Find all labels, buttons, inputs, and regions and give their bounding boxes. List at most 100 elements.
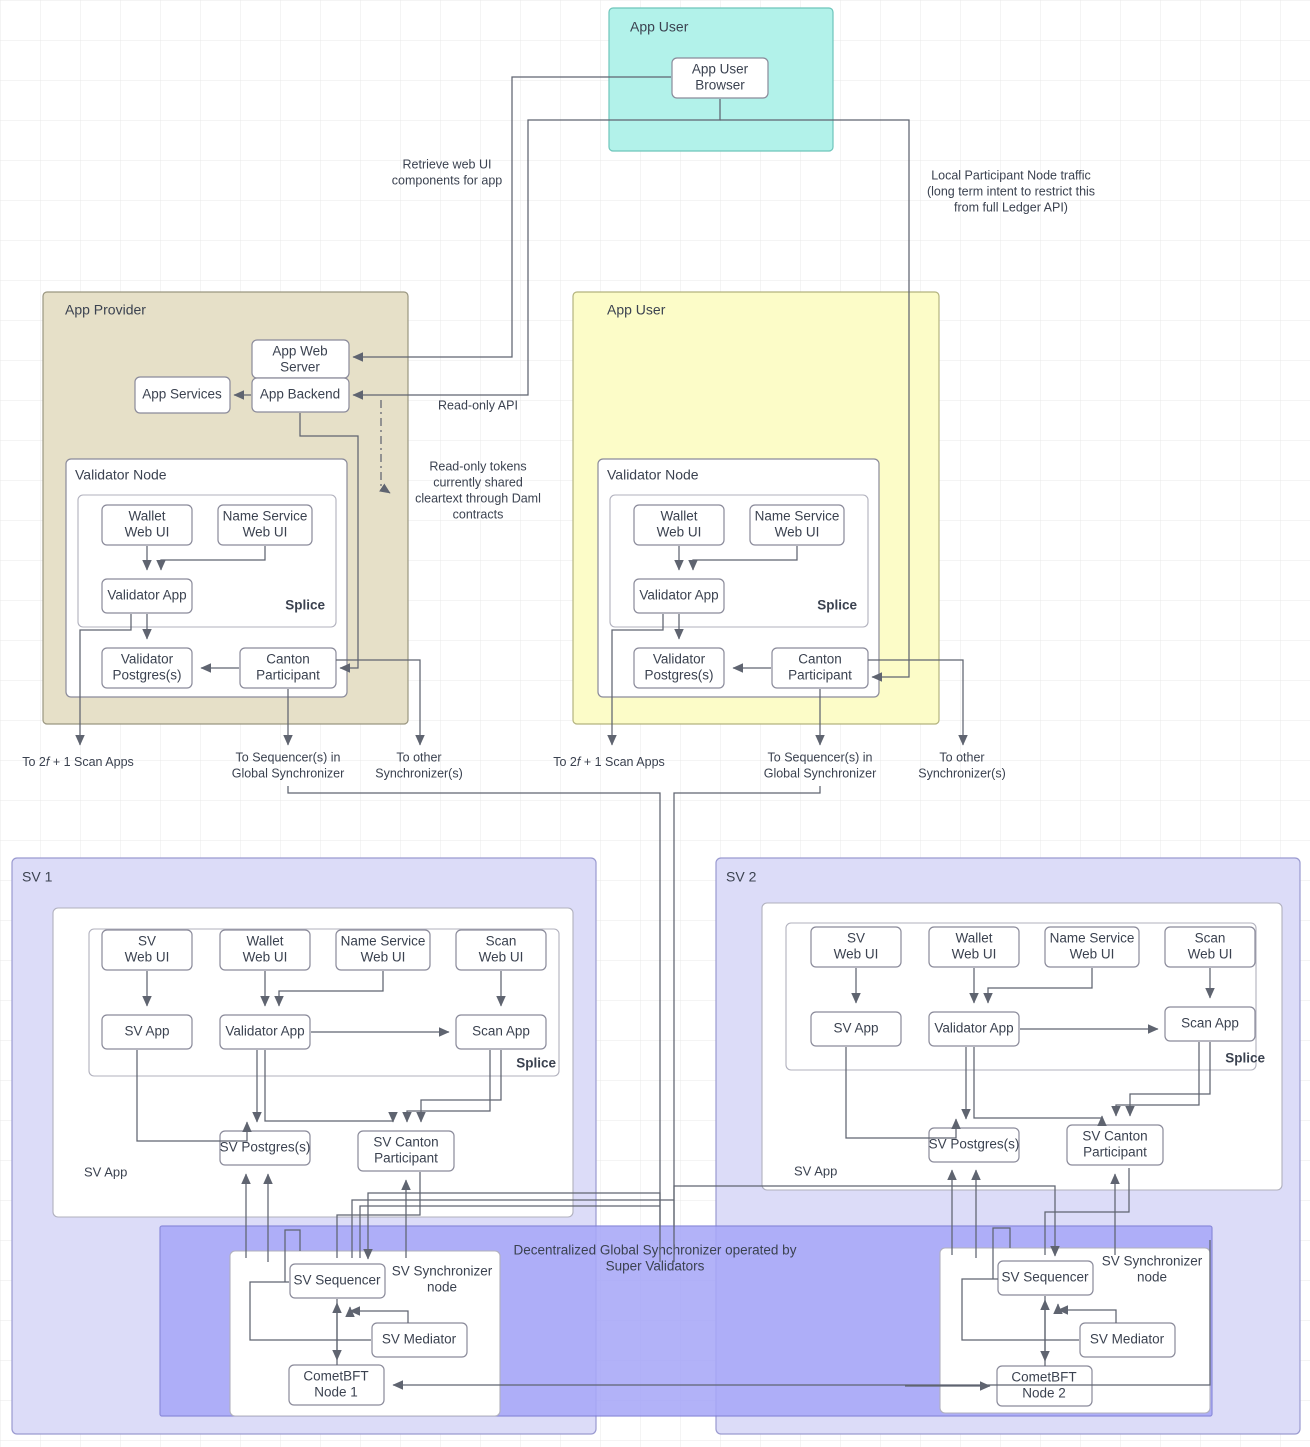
- validator-app-sv2-label: Validator App: [934, 1021, 1013, 1036]
- node-validator-app-provider[interactable]: Validator App: [101, 578, 193, 614]
- svg-text:To 2f + 1 Scan Apps: To 2f + 1 Scan Apps: [553, 755, 665, 769]
- scan-web-ui-sv2-line1: Scan: [1195, 931, 1226, 946]
- scan-apps-suffix-2: + 1 Scan Apps: [580, 755, 664, 769]
- cometbft-node-1-line2: Node 1: [314, 1385, 358, 1400]
- name-service-web-ui-user-line1: Name Service: [755, 509, 840, 524]
- node-cometbft-node-2[interactable]: CometBFT Node 2: [996, 1365, 1093, 1407]
- wallet-web-ui-user-line1: Wallet: [660, 509, 697, 524]
- node-wallet-web-ui-provider[interactable]: Wallet Web UI: [101, 504, 193, 546]
- scan-web-ui-sv1-line1: Scan: [486, 934, 517, 949]
- name-service-web-ui-provider-line2: Web UI: [243, 525, 288, 540]
- node-name-service-web-ui-sv2[interactable]: Name Service Web UI: [1044, 926, 1140, 968]
- node-validator-postgres-provider[interactable]: Validator Postgres(s): [101, 647, 193, 689]
- scan-web-ui-sv2-line2: Web UI: [1188, 947, 1233, 962]
- node-app-user-browser[interactable]: App User Browser: [671, 57, 769, 99]
- node-scan-app-sv2[interactable]: Scan App: [1164, 1006, 1256, 1042]
- validator-postgres-user-line1: Validator: [653, 652, 706, 667]
- node-validator-postgres-user[interactable]: Validator Postgres(s): [633, 647, 725, 689]
- splice-label-sv2: Splice: [1225, 1051, 1265, 1066]
- node-sv-postgres-sv1[interactable]: SV Postgres(s): [219, 1130, 311, 1166]
- sv-app-sv2-label: SV App: [833, 1021, 878, 1036]
- canton-participant-provider-line1: Canton: [266, 652, 310, 667]
- sv-canton-participant-sv1-line1: SV Canton: [373, 1135, 438, 1150]
- node-sv-mediator-2[interactable]: SV Mediator: [1079, 1322, 1176, 1358]
- node-sv-canton-participant-sv1[interactable]: SV Canton Participant: [357, 1130, 455, 1172]
- canton-participant-provider-line2: Participant: [256, 668, 320, 683]
- node-app-services[interactable]: App Services: [134, 376, 231, 414]
- node-name-service-web-ui-sv1[interactable]: Name Service Web UI: [335, 929, 431, 971]
- wallet-web-ui-sv2-line1: Wallet: [955, 931, 992, 946]
- node-sv-canton-participant-sv2[interactable]: SV Canton Participant: [1066, 1124, 1164, 1166]
- node-sv-app-sv2[interactable]: SV App: [810, 1011, 902, 1047]
- node-validator-app-sv2[interactable]: Validator App: [928, 1011, 1020, 1047]
- node-sv-sequencer-1[interactable]: SV Sequencer: [289, 1263, 386, 1299]
- splice-label-provider: Splice: [285, 598, 325, 613]
- node-app-user-browser-line1: App User: [692, 62, 749, 77]
- node-sv-mediator-1[interactable]: SV Mediator: [371, 1322, 468, 1358]
- scan-app-sv1-label: Scan App: [472, 1024, 530, 1039]
- node-validator-app-user[interactable]: Validator App: [633, 578, 725, 614]
- name-service-web-ui-sv1-line2: Web UI: [361, 950, 406, 965]
- node-wallet-web-ui-sv1[interactable]: Wallet Web UI: [219, 929, 311, 971]
- node-app-backend[interactable]: App Backend: [251, 377, 350, 413]
- node-canton-participant-provider[interactable]: Canton Participant: [239, 647, 337, 689]
- exit-other-sync-provider-line2: Synchronizer(s): [375, 766, 463, 780]
- node-cometbft-node-1[interactable]: CometBFT Node 1: [288, 1364, 385, 1406]
- sv-synchronizer-node-1-line2: node: [427, 1280, 457, 1295]
- node-scan-web-ui-sv2[interactable]: Scan Web UI: [1164, 926, 1256, 968]
- exit-label-scan-apps-provider: To 2f + 1 Scan Apps: [22, 755, 134, 769]
- node-wallet-web-ui-user[interactable]: Wallet Web UI: [633, 504, 725, 546]
- annotation-local-participant-line2: (long term intent to restrict this: [927, 184, 1095, 198]
- name-service-web-ui-sv2-line2: Web UI: [1070, 947, 1115, 962]
- sv-mediator-1-label: SV Mediator: [382, 1332, 457, 1347]
- wallet-web-ui-sv1-line2: Web UI: [243, 950, 288, 965]
- node-name-service-web-ui-user[interactable]: Name Service Web UI: [749, 504, 845, 546]
- node-wallet-web-ui-sv2[interactable]: Wallet Web UI: [928, 926, 1020, 968]
- svg-text:To 2f + 1 Scan Apps: To 2f + 1 Scan Apps: [22, 755, 134, 769]
- exit-sequencers-provider-line1: To Sequencer(s) in: [236, 750, 341, 764]
- validator-postgres-provider-line2: Postgres(s): [112, 668, 181, 683]
- node-app-web-server[interactable]: App Web Server: [251, 339, 350, 379]
- annotation-read-only-tokens-line2: currently shared: [433, 475, 523, 489]
- node-name-service-web-ui-provider[interactable]: Name Service Web UI: [217, 504, 313, 546]
- node-canton-participant-user[interactable]: Canton Participant: [771, 647, 869, 689]
- sv-synchronizer-node-2-line1: SV Synchronizer: [1102, 1254, 1203, 1269]
- node-sv-app-sv1[interactable]: SV App: [101, 1014, 193, 1050]
- zone-app-user-top-label: App User: [630, 19, 689, 35]
- validator-postgres-provider-line1: Validator: [121, 652, 174, 667]
- sv-web-ui-sv2-line1: SV: [847, 931, 865, 946]
- node-sv-sequencer-2[interactable]: SV Sequencer: [997, 1260, 1094, 1296]
- node-app-services-label: App Services: [142, 387, 222, 402]
- scan-web-ui-sv1-line2: Web UI: [479, 950, 524, 965]
- sv-sequencer-2-label: SV Sequencer: [1001, 1270, 1089, 1285]
- name-service-web-ui-user-line2: Web UI: [775, 525, 820, 540]
- exit-label-scan-apps-user: To 2f + 1 Scan Apps: [553, 755, 665, 769]
- wallet-web-ui-user-line2: Web UI: [657, 525, 702, 540]
- node-app-web-server-line1: App Web: [272, 344, 327, 359]
- zone-app-user-main-label: App User: [607, 302, 666, 318]
- validator-app-provider-label: Validator App: [107, 588, 186, 603]
- annotation-read-only-tokens-line3: cleartext through Daml: [415, 491, 541, 505]
- annotation-local-participant-line1: Local Participant Node traffic: [931, 168, 1091, 182]
- exit-sequencers-user-line1: To Sequencer(s) in: [768, 750, 873, 764]
- diagram-canvas: App User App User Browser App Provider A…: [0, 0, 1310, 1447]
- node-sv-web-ui-sv2[interactable]: SV Web UI: [810, 926, 902, 968]
- annotation-read-only-tokens-line4: contracts: [453, 507, 504, 521]
- node-sv-postgres-sv2[interactable]: SV Postgres(s): [928, 1127, 1020, 1163]
- sv-sequencer-1-label: SV Sequencer: [293, 1273, 381, 1288]
- scan-apps-prefix-1: To 2: [22, 755, 46, 769]
- cometbft-node-2-line2: Node 2: [1022, 1386, 1066, 1401]
- wallet-web-ui-sv1-line1: Wallet: [246, 934, 283, 949]
- exit-other-sync-user-line2: Synchronizer(s): [918, 766, 1006, 780]
- validator-app-user-label: Validator App: [639, 588, 718, 603]
- zone-global-synchronizer-line2: Super Validators: [606, 1259, 705, 1274]
- node-scan-web-ui-sv1[interactable]: Scan Web UI: [455, 929, 547, 971]
- sv-canton-participant-sv2-line1: SV Canton: [1082, 1129, 1147, 1144]
- canton-participant-user-line2: Participant: [788, 668, 852, 683]
- node-app-backend-label: App Backend: [260, 387, 340, 402]
- sv-mediator-2-label: SV Mediator: [1090, 1332, 1165, 1347]
- wallet-web-ui-provider-line2: Web UI: [125, 525, 170, 540]
- node-validator-app-sv1[interactable]: Validator App: [219, 1014, 311, 1050]
- node-scan-app-sv1[interactable]: Scan App: [455, 1014, 547, 1050]
- node-sv-web-ui-sv1[interactable]: SV Web UI: [101, 929, 193, 971]
